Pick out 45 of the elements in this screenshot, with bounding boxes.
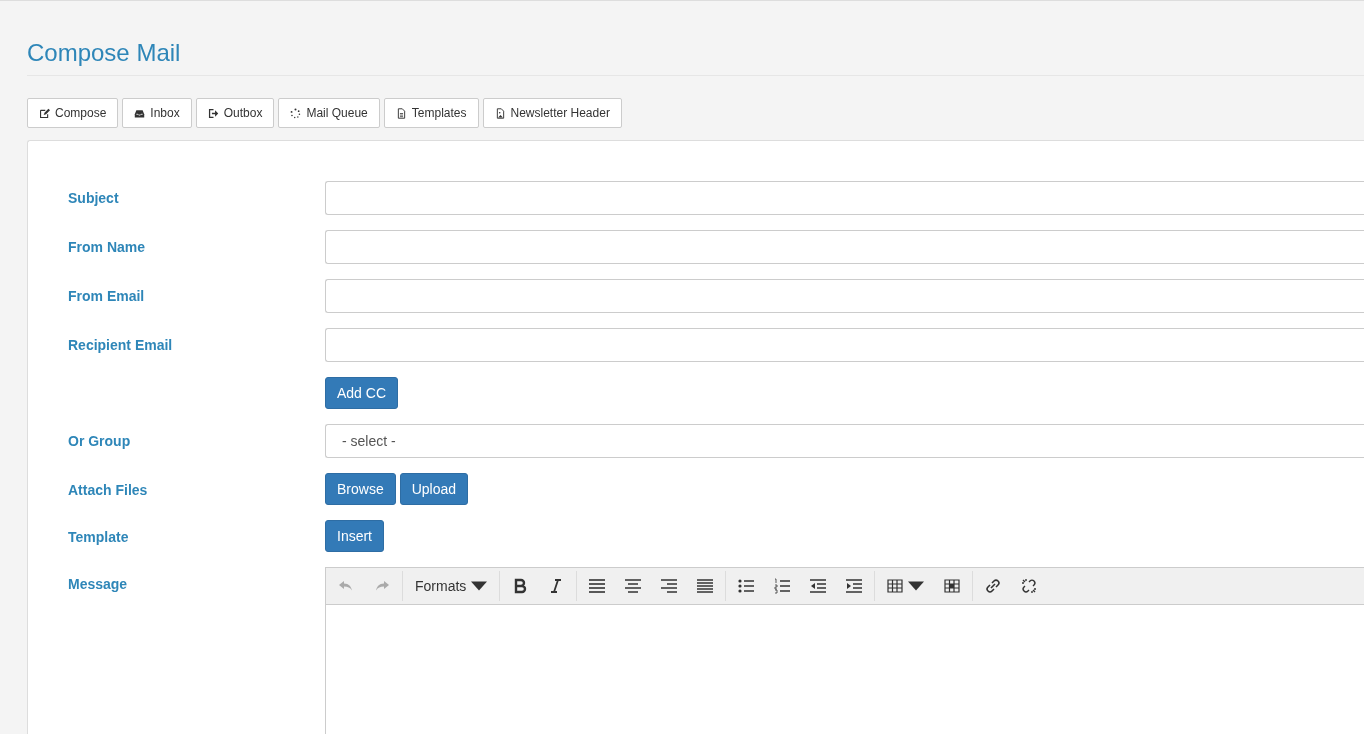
nav-button[interactable]: Inbox	[122, 98, 192, 128]
edit-icon	[39, 107, 50, 119]
field-label: Template	[68, 529, 129, 545]
nav-button[interactable]: Outbox	[195, 98, 275, 128]
nav-button[interactable]: Mail Queue	[278, 98, 380, 128]
select-dropdown[interactable]: - select -	[325, 424, 1364, 458]
nav-button[interactable]: Newsletter Header	[482, 98, 622, 128]
align-center-icon	[625, 578, 642, 594]
align-right-icon	[661, 578, 678, 594]
nav-button[interactable]: Compose	[27, 98, 119, 128]
table-cell-icon	[944, 578, 961, 594]
text-field[interactable]	[325, 328, 1364, 362]
numbered-list-icon	[774, 578, 791, 594]
align-left-icon	[589, 578, 606, 594]
nav-button[interactable]: Templates	[383, 98, 479, 128]
document-icon	[395, 107, 407, 119]
bullet-list-icon	[738, 578, 755, 594]
field-label: Subject	[68, 190, 119, 206]
link-icon	[985, 578, 1002, 594]
formats-menu-button[interactable]: Formats	[405, 571, 498, 601]
field-label: Attach Files	[68, 482, 148, 498]
rich-text-editor[interactable]: Formats	[325, 567, 1364, 734]
outdent-icon	[810, 578, 827, 594]
text-field[interactable]	[325, 279, 1364, 313]
action-button[interactable]: Browse	[325, 473, 396, 505]
page-title: Compose Mail	[27, 1, 1364, 76]
align-justify-icon	[697, 578, 714, 594]
field-label: Recipient Email	[68, 337, 173, 353]
field-label: Message	[68, 576, 128, 592]
bold-icon	[512, 578, 529, 594]
field-label: From Email	[68, 288, 145, 304]
field-label: From Name	[68, 239, 146, 255]
text-field[interactable]	[325, 181, 1364, 215]
action-button[interactable]: Insert	[325, 520, 384, 552]
indent-icon	[846, 578, 863, 594]
broken-link-icon	[1021, 578, 1038, 594]
tray-icon	[134, 107, 146, 119]
table-icon	[887, 578, 904, 594]
action-button[interactable]: Add CC	[325, 377, 399, 409]
spinner-icon	[290, 107, 302, 119]
sign-out-icon	[207, 107, 219, 119]
image-file-icon	[494, 107, 506, 119]
field-label: Or Group	[68, 433, 131, 449]
text-field[interactable]	[325, 230, 1364, 264]
action-button[interactable]: Upload	[399, 473, 469, 505]
